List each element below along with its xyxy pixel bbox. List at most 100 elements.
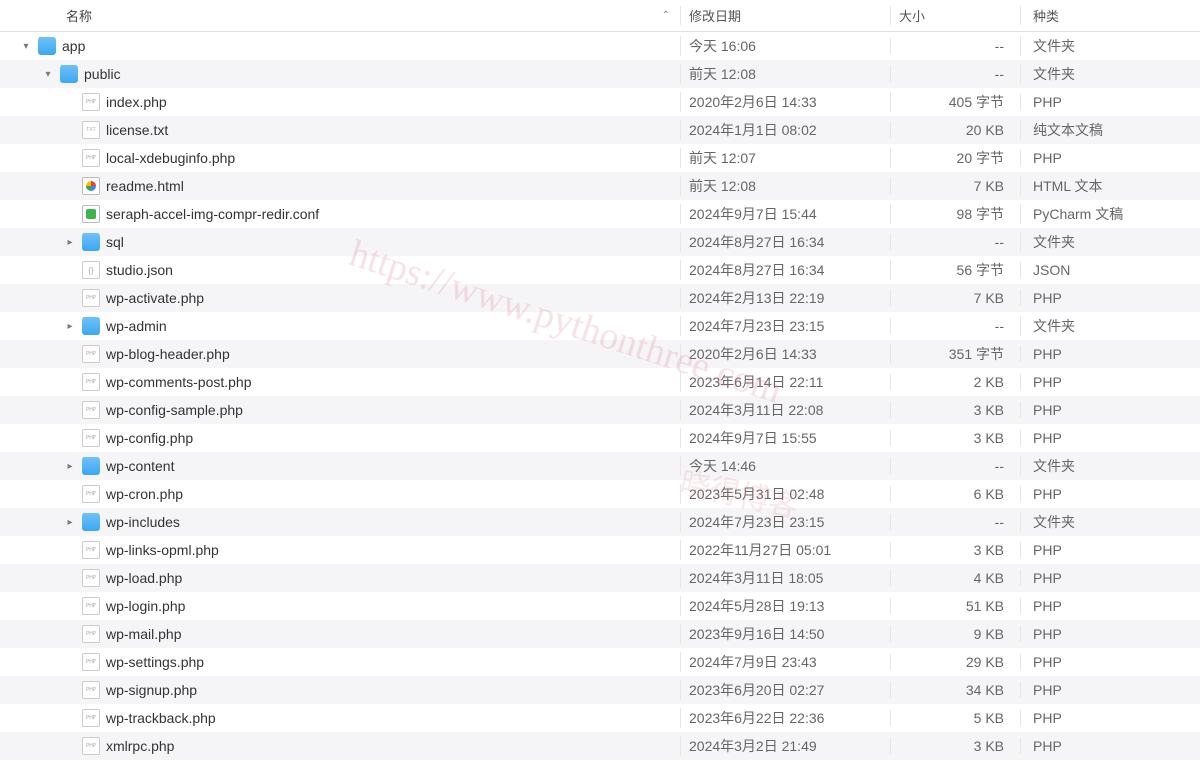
disclosure-right-icon[interactable]: ▸ [64, 237, 76, 248]
name-cell: wp-login.php [0, 597, 680, 615]
file-size: 98 字节 [890, 204, 1020, 224]
column-header-kind[interactable]: 种类 [1020, 6, 1200, 25]
column-header-date-label: 修改日期 [689, 9, 741, 24]
file-name: wp-signup.php [106, 682, 197, 698]
file-icon [82, 485, 100, 503]
file-row[interactable]: wp-cron.php2023年5月31日 02:486 KBPHP [0, 480, 1200, 508]
file-name: wp-content [106, 458, 174, 474]
disclosure-down-icon[interactable]: ▾ [20, 41, 32, 52]
file-size: 3 KB [890, 430, 1020, 446]
file-row[interactable]: wp-config.php2024年9月7日 15:553 KBPHP [0, 424, 1200, 452]
file-size: 34 KB [890, 682, 1020, 698]
file-date: 2023年6月20日 02:27 [680, 680, 890, 700]
file-row[interactable]: seraph-accel-img-compr-redir.conf2024年9月… [0, 200, 1200, 228]
file-date: 2023年6月22日 22:36 [680, 708, 890, 728]
file-row[interactable]: ▸wp-content今天 14:46--文件夹 [0, 452, 1200, 480]
folder-icon [82, 457, 100, 475]
file-size: 405 字节 [890, 92, 1020, 112]
file-size: 20 KB [890, 122, 1020, 138]
file-size: -- [890, 458, 1020, 474]
name-cell: wp-links-opml.php [0, 541, 680, 559]
column-header-date[interactable]: 修改日期 [680, 6, 890, 25]
file-date: 2024年1月1日 08:02 [680, 120, 890, 140]
file-size: 7 KB [890, 178, 1020, 194]
file-icon [82, 569, 100, 587]
column-header-size[interactable]: 大小 [890, 6, 1020, 25]
file-row[interactable]: wp-mail.php2023年9月16日 14:509 KBPHP [0, 620, 1200, 648]
file-row[interactable]: wp-config-sample.php2024年3月11日 22:083 KB… [0, 396, 1200, 424]
file-size: 6 KB [890, 486, 1020, 502]
file-name: wp-blog-header.php [106, 346, 230, 362]
file-size: 2 KB [890, 374, 1020, 390]
file-kind: 文件夹 [1020, 64, 1200, 84]
file-kind: PHP [1020, 402, 1200, 418]
file-row[interactable]: wp-signup.php 2023年6月20日 02:2734 KBPHP [0, 676, 1200, 704]
file-name: wp-comments-post.php [106, 374, 252, 390]
file-size: -- [890, 66, 1020, 82]
file-kind: JSON [1020, 262, 1200, 278]
file-row[interactable]: ▸wp-includes2024年7月23日 23:15--文件夹 [0, 508, 1200, 536]
file-row[interactable]: wp-login.php2024年5月28日 19:1351 KBPHP [0, 592, 1200, 620]
disclosure-right-icon[interactable]: ▸ [64, 517, 76, 528]
file-row[interactable]: ▸wp-admin2024年7月23日 23:15--文件夹 [0, 312, 1200, 340]
file-row[interactable]: license.txt2024年1月1日 08:0220 KB纯文本文稿 [0, 116, 1200, 144]
file-row[interactable]: local-xdebuginfo.php前天 12:0720 字节PHP [0, 144, 1200, 172]
file-row[interactable]: readme.html前天 12:087 KBHTML 文本 [0, 172, 1200, 200]
file-date: 2024年7月9日 23:43 [680, 652, 890, 672]
name-cell: ▸wp-includes [0, 513, 680, 531]
column-header-name-label: 名称 [66, 6, 92, 25]
file-kind: 文件夹 [1020, 316, 1200, 336]
name-cell: wp-activate.php [0, 289, 680, 307]
file-kind: 文件夹 [1020, 512, 1200, 532]
file-date: 2023年5月31日 02:48 [680, 484, 890, 504]
file-size: 3 KB [890, 738, 1020, 754]
name-cell: license.txt [0, 121, 680, 139]
name-cell: xmlrpc.php [0, 737, 680, 755]
folder-icon [38, 37, 56, 55]
file-row[interactable]: ▾app今天 16:06--文件夹 [0, 32, 1200, 60]
file-name: public [84, 66, 121, 82]
file-kind: PHP [1020, 346, 1200, 362]
file-icon [82, 177, 100, 195]
file-row[interactable]: wp-activate.php2024年2月13日 22:197 KBPHP [0, 284, 1200, 312]
name-cell: wp-comments-post.php [0, 373, 680, 391]
file-size: 351 字节 [890, 344, 1020, 364]
column-header-kind-label: 种类 [1033, 9, 1059, 24]
disclosure-down-icon[interactable]: ▾ [42, 69, 54, 80]
file-size: 9 KB [890, 626, 1020, 642]
column-header-row: 名称 ⌃ 修改日期 大小 种类 [0, 0, 1200, 32]
file-icon [82, 541, 100, 559]
file-row[interactable]: xmlrpc.php2024年3月2日 21:493 KBPHP [0, 732, 1200, 760]
file-name: local-xdebuginfo.php [106, 150, 235, 166]
file-row[interactable]: wp-load.php2024年3月11日 18:054 KBPHP [0, 564, 1200, 592]
file-row[interactable]: studio.json2024年8月27日 16:3456 字节JSON [0, 256, 1200, 284]
file-row[interactable]: ▾public前天 12:08--文件夹 [0, 60, 1200, 88]
file-date: 2024年3月11日 22:08 [680, 400, 890, 420]
file-date: 2024年9月7日 15:44 [680, 204, 890, 224]
file-row[interactable]: wp-blog-header.php2020年2月6日 14:33351 字节P… [0, 340, 1200, 368]
file-icon [82, 429, 100, 447]
file-kind: PHP [1020, 374, 1200, 390]
file-kind: PHP [1020, 682, 1200, 698]
name-cell: wp-signup.php [0, 681, 680, 699]
file-kind: PHP [1020, 654, 1200, 670]
file-row[interactable]: wp-links-opml.php2022年11月27日 05:013 KBPH… [0, 536, 1200, 564]
disclosure-right-icon[interactable]: ▸ [64, 461, 76, 472]
file-size: 56 字节 [890, 260, 1020, 280]
file-kind: 文件夹 [1020, 36, 1200, 56]
name-cell: studio.json [0, 261, 680, 279]
file-row[interactable]: wp-comments-post.php2023年6月14日 22:112 KB… [0, 368, 1200, 396]
file-row[interactable]: index.php2020年2月6日 14:33405 字节PHP [0, 88, 1200, 116]
file-size: -- [890, 234, 1020, 250]
file-row[interactable]: ▸sql2024年8月27日 16:34--文件夹 [0, 228, 1200, 256]
disclosure-right-icon[interactable]: ▸ [64, 321, 76, 332]
file-name: wp-config.php [106, 430, 193, 446]
file-date: 前天 12:07 [680, 148, 890, 168]
file-row[interactable]: wp-trackback.php2023年6月22日 22:365 KBPHP [0, 704, 1200, 732]
file-icon [82, 737, 100, 755]
file-row[interactable]: wp-settings.php2024年7月9日 23:4329 KBPHP [0, 648, 1200, 676]
file-kind: PHP [1020, 570, 1200, 586]
file-kind: 文件夹 [1020, 456, 1200, 476]
sort-ascending-icon: ⌃ [662, 10, 670, 21]
column-header-name[interactable]: 名称 ⌃ [4, 6, 680, 25]
